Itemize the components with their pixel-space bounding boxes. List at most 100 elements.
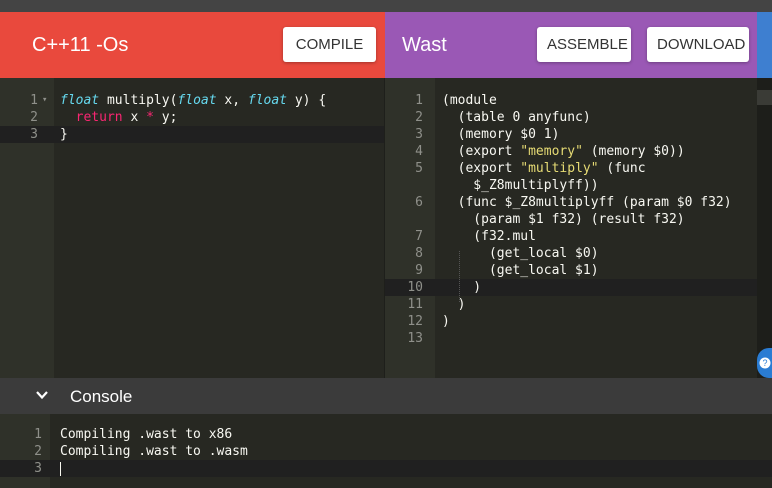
line-number: 9 — [415, 263, 423, 278]
code-line: 10 ) — [385, 279, 757, 296]
line-number: 6 — [415, 195, 423, 210]
code-token: x, — [216, 93, 248, 108]
code-line: (param $1 f32) (result f32) — [385, 211, 757, 228]
code-token: (export — [442, 161, 521, 176]
console-output[interactable]: 1 Compiling .wast to x86 2 Compiling .wast … — [0, 414, 772, 488]
code-token: $_Z8multiplyff)) — [442, 178, 599, 193]
code-line: 9 (get_local $1) — [385, 262, 757, 279]
code-token: float — [177, 93, 217, 108]
line-number: 13 — [407, 331, 423, 346]
line-number: 2 — [34, 444, 42, 459]
code-token: float — [60, 93, 100, 108]
code-token: } — [60, 127, 68, 142]
wast-pane-header: Wast ASSEMBLE DOWNLOAD — [385, 12, 757, 78]
indent-guide — [459, 251, 460, 302]
code-line: 13 — [385, 330, 757, 347]
code-token: return — [75, 110, 123, 125]
code-line: 4 (export "memory" (memory $0)) — [385, 143, 757, 160]
line-number: 2 — [415, 110, 423, 125]
line-number: 12 — [407, 314, 423, 329]
code-line: 2 (table 0 anyfunc) — [385, 109, 757, 126]
console-header[interactable]: Console — [0, 378, 772, 414]
code-token: (module — [442, 93, 497, 108]
code-line: 3 (memory $0 1) — [385, 126, 757, 143]
code-text: ) — [442, 296, 466, 313]
code-text: (memory $0 1) — [442, 126, 560, 143]
assemble-button[interactable]: ASSEMBLE — [537, 27, 631, 62]
line-number: 11 — [407, 297, 423, 312]
console-title: Console — [70, 387, 133, 406]
code-text: return x * y; — [60, 109, 178, 126]
code-text: (export "multiply" (func — [442, 160, 646, 177]
chevron-down-icon[interactable] — [34, 387, 50, 403]
code-token: "memory" — [520, 144, 583, 159]
code-token: multiply( — [99, 93, 178, 108]
code-token: ) — [442, 314, 450, 329]
code-token: ) — [442, 280, 482, 295]
compile-button[interactable]: COMPILE — [283, 27, 376, 62]
code-line: 11 ) — [385, 296, 757, 313]
code-token: (table 0 anyfunc) — [442, 110, 591, 125]
code-line: 8 (get_local $0) — [385, 245, 757, 262]
scrollbar-thumb[interactable] — [757, 90, 772, 105]
code-token: (get_local $0) — [442, 246, 599, 261]
code-token: ) — [442, 297, 466, 312]
line-number: 1 — [34, 427, 42, 442]
console-line: 1 Compiling .wast to x86 — [0, 426, 772, 443]
line-number: 1 — [30, 93, 38, 108]
editor-scrollbar[interactable] — [757, 78, 772, 378]
console-line: 3 — [0, 460, 772, 477]
line-number: 4 — [415, 144, 423, 159]
code-token: (get_local $1) — [442, 263, 599, 278]
line-number: 10 — [407, 280, 423, 295]
code-token: float — [247, 93, 288, 108]
code-line: 7 (f32.mul — [385, 228, 757, 245]
code-line: $_Z8multiplyff)) — [385, 177, 757, 194]
code-line: 3} — [0, 126, 384, 143]
code-text: (export "memory" (memory $0)) — [442, 143, 685, 160]
fold-arrow-icon[interactable]: ▾ — [42, 92, 47, 109]
line-number: 5 — [415, 161, 423, 176]
code-token: y) { — [287, 93, 327, 108]
code-text: $_Z8multiplyff)) — [442, 177, 599, 194]
code-line: 6 (func $_Z8multiplyff (param $0 f32) — [385, 194, 757, 211]
code-token: (func — [598, 161, 646, 176]
code-text: } — [60, 126, 68, 143]
svg-text:?: ? — [762, 358, 767, 368]
line-number: 2 — [30, 110, 38, 125]
code-text: ) — [442, 279, 481, 296]
wast-pane-title: Wast — [402, 34, 447, 56]
code-line: 1 ▾ float multiply(float x, float y) { — [0, 92, 384, 109]
cpp-editor[interactable]: 1 ▾ float multiply(float x, float y) {2 re… — [0, 78, 385, 378]
line-number: 3 — [415, 127, 423, 142]
right-panel-edge — [757, 12, 772, 78]
download-button[interactable]: DOWNLOAD — [647, 27, 749, 62]
console-text: Compiling .wast to .wasm — [60, 444, 248, 459]
code-text: (f32.mul — [442, 228, 536, 245]
code-line: 2 return x * y; — [0, 109, 384, 126]
line-number: 3 — [34, 461, 42, 476]
code-token: (param $1 f32) (result f32) — [442, 212, 685, 227]
console-line: 2 Compiling .wast to .wasm — [0, 443, 772, 460]
line-number: 1 — [415, 93, 423, 108]
cpp-pane-title: C++11 -Os — [32, 34, 129, 56]
line-number: 7 — [415, 229, 423, 244]
code-text: float multiply(float x, float y) { — [60, 92, 326, 109]
code-token: "multiply" — [520, 161, 599, 176]
code-line: 12) — [385, 313, 757, 330]
help-icon[interactable]: ? — [757, 348, 772, 378]
wast-editor[interactable]: 1 (module 2 (table 0 anyfunc) 3 (memory $0 … — [385, 78, 757, 378]
code-token: (func $_Z8multiplyff (param $0 f32) — [442, 195, 732, 210]
code-line: 1 (module — [385, 92, 757, 109]
code-token: * — [146, 110, 154, 125]
window-top-strip — [0, 0, 772, 12]
line-number: 8 — [415, 246, 423, 261]
code-token: (memory $0 1) — [442, 127, 560, 142]
code-text: (param $1 f32) (result f32) — [442, 211, 685, 228]
code-token: x — [122, 110, 147, 125]
code-text: (get_local $1) — [442, 262, 599, 279]
text-cursor — [60, 462, 61, 476]
code-text: (func $_Z8multiplyff (param $0 f32) — [442, 194, 732, 211]
code-token: y; — [153, 110, 178, 125]
line-number: 3 — [30, 127, 38, 142]
